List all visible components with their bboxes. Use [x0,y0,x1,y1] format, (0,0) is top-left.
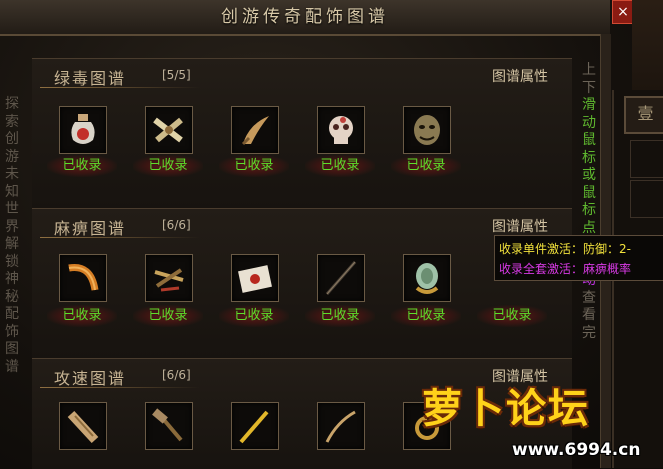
tooltip-set-bonus: 收录全套激活：麻痹概率 [499,262,632,276]
item-slot-hammer[interactable] [145,402,193,450]
item-slot-scrolls[interactable] [145,106,193,154]
item-slot-sticks[interactable] [145,254,193,302]
horn-icon [68,263,99,291]
section-underline [40,237,200,238]
collected-label: 已收录 [477,305,547,327]
section-title: 攻速图谱 [54,369,127,388]
section-count: [5/5] [162,68,191,82]
demon-mask-icon [414,115,440,145]
right-hint-part5: 查看完 [582,289,596,341]
fang-icon [241,116,269,146]
item-slot-curved-stick[interactable] [317,402,365,450]
right-panel-box [630,180,663,218]
item-slot-letter[interactable] [231,254,279,302]
watermark-logo: 萝卜论坛 [422,386,590,432]
collected-label: 已收录 [47,155,117,177]
item-slot-amulet[interactable] [403,254,451,302]
section-count: [6/6] [162,218,191,232]
section-header: 绿毒图谱 [5/5] 图谱属性 [32,59,572,88]
skull-icon [329,116,353,144]
section-title: 麻痹图谱 [54,219,127,238]
section-attr-button[interactable]: 图谱属性 [492,216,548,236]
right-panel-box [630,140,663,178]
section-underline [40,87,200,88]
dark-rod-icon [325,261,357,295]
jade-amulet-icon [415,263,439,294]
section-paralysis: 麻痹图谱 [6/6] 图谱属性 [32,208,572,359]
watermark: 萝卜论坛 www.6994.cn [422,376,663,468]
collected-label: 已收录 [305,305,375,327]
right-panel-tab-button[interactable]: 壹 [624,96,663,134]
tooltip-single-bonus: 收录单件激活：防御：2- [499,242,631,256]
item-tooltip: 收录单件激活：防御：2- 收录全套激活：麻痹概率 [494,235,663,281]
crossed-sticks-icon [154,268,184,292]
collected-label: 已收录 [219,155,289,177]
curved-stick-icon [325,410,356,443]
section-attr-button[interactable]: 图谱属性 [492,66,548,86]
collected-label: 已收录 [305,155,375,177]
item-slot-rod[interactable] [317,254,365,302]
item-slot-potion[interactable] [59,106,107,154]
window-title: 创游传奇配饰图谱 [221,7,389,27]
watermark-url: www.6994.cn [512,440,641,460]
section-underline [40,387,200,388]
scroll-bundle-icon [153,117,183,143]
hammer-icon [152,408,183,442]
collected-label: 已收录 [47,305,117,327]
sealed-letter-icon [238,265,272,293]
right-hint-text: 上下滑动鼠标或鼠标点处拖动查看完 [581,62,597,342]
item-slot-fang[interactable] [231,106,279,154]
item-slot-skull[interactable] [317,106,365,154]
right-hint-part1: 上下 [582,62,596,96]
collected-label: 已收录 [133,305,203,327]
section-green-poison: 绿毒图谱 [5/5] 图谱属性 [32,58,572,209]
section-header: 麻痹图谱 [6/6] 图谱属性 [32,209,572,238]
collected-label: 已收录 [133,155,203,177]
item-slot-mask[interactable] [403,106,451,154]
close-button[interactable]: × [612,0,634,24]
item-slot-bundle[interactable] [59,402,107,450]
item-slot-horn[interactable] [59,254,107,302]
collected-label: 已收录 [391,305,461,327]
right-hint-part2: 滑动鼠标或鼠标点 [582,97,596,236]
section-title: 绿毒图谱 [54,69,127,88]
section-count: [6/6] [162,368,191,382]
gold-staff-icon [239,410,269,444]
potion-bottle-icon [71,114,95,144]
bundle-icon [67,410,99,444]
collected-label: 已收录 [219,305,289,327]
left-hint-text: 探索创游未知世界解锁神秘配饰图谱 [5,96,19,375]
collected-label: 已收录 [391,155,461,177]
item-slot-staff[interactable] [231,402,279,450]
